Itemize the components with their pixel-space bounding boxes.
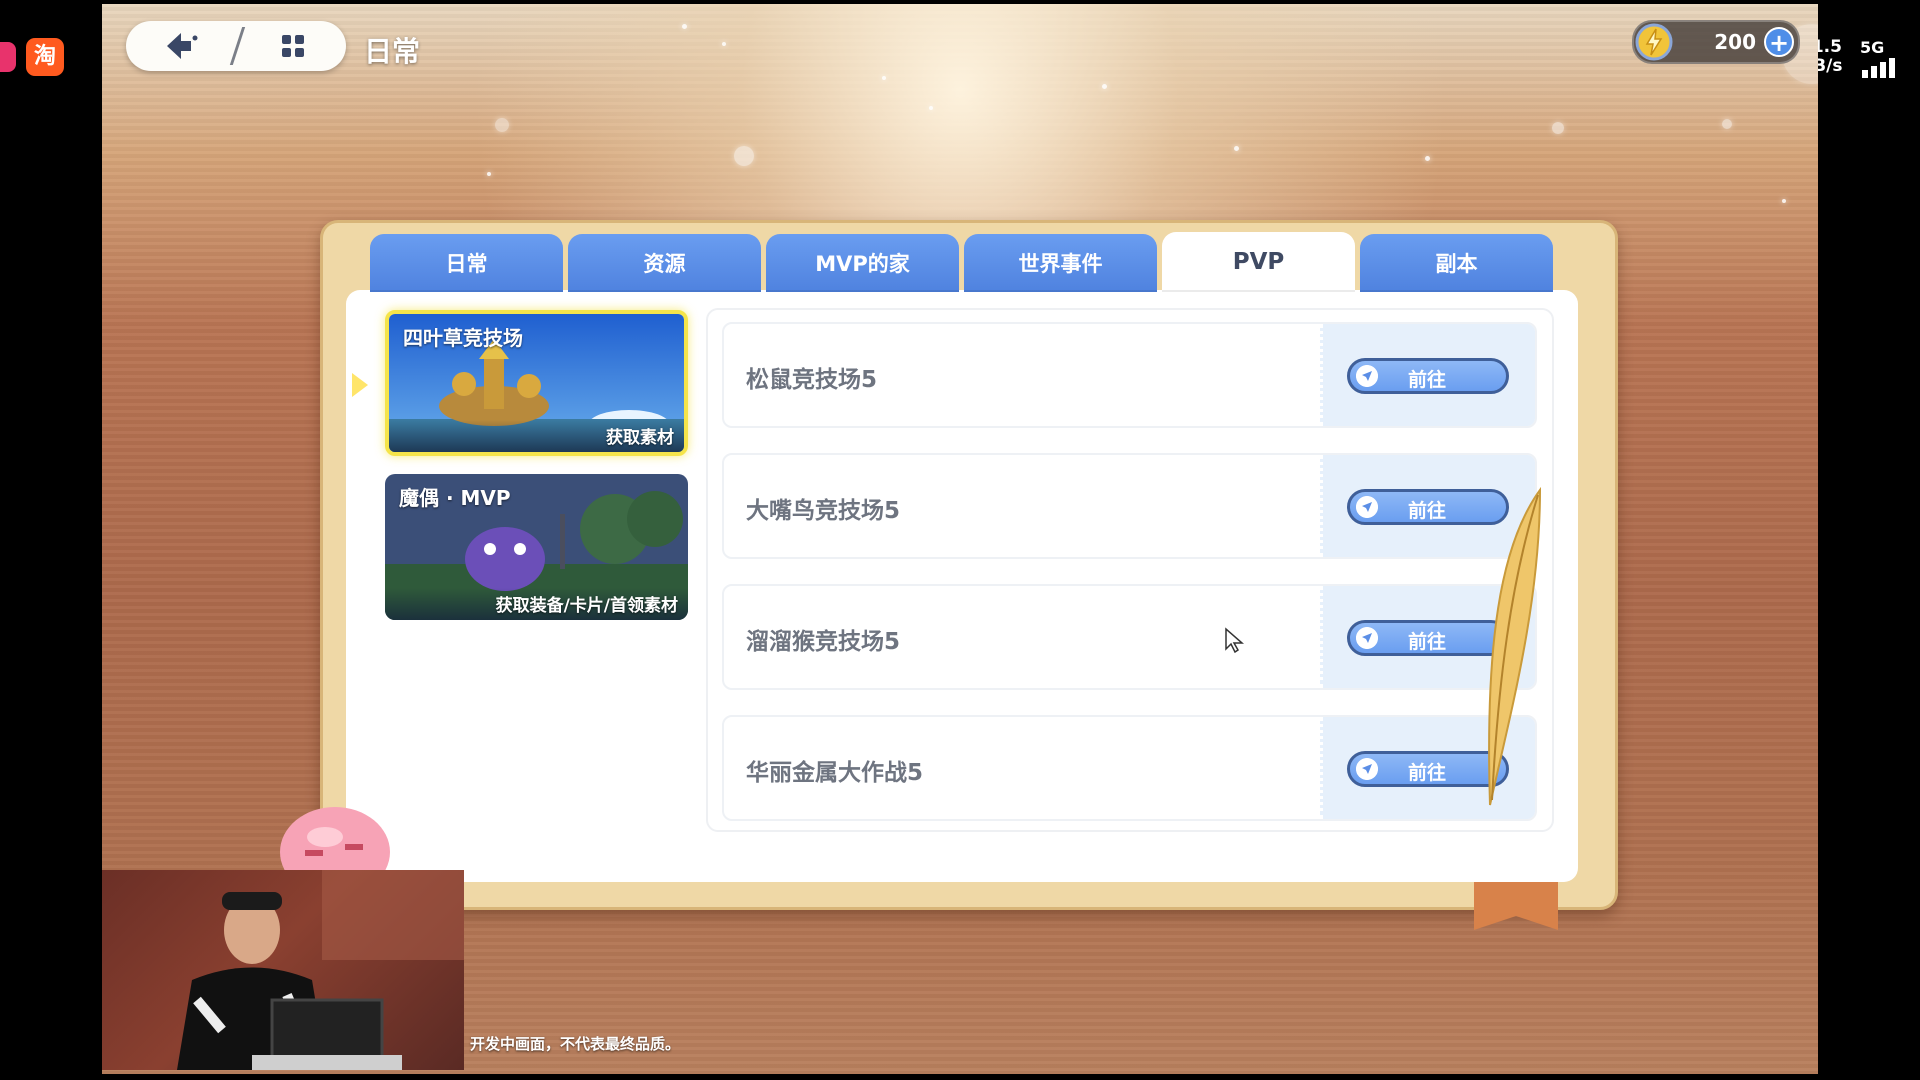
energy-coin-icon bbox=[1635, 23, 1673, 61]
add-currency-button[interactable]: + bbox=[1764, 27, 1794, 57]
activity-row: 大嘴鸟竞技场5 前往 bbox=[722, 453, 1537, 559]
send-arrow-icon bbox=[1356, 627, 1378, 649]
back-button[interactable] bbox=[126, 21, 236, 71]
signal-icon bbox=[1862, 58, 1895, 78]
category-card-clover-arena[interactable]: 四叶草竞技场 获取素材 bbox=[385, 310, 688, 456]
streamer-video-feed bbox=[177, 870, 464, 1070]
bokeh-particle bbox=[882, 76, 886, 80]
currency-display: 200 + bbox=[1632, 20, 1800, 64]
development-disclaimer: 开发中画面，不代表最终品质。 bbox=[470, 1035, 681, 1053]
category-title: 魔偶 · MVP bbox=[399, 486, 511, 510]
bokeh-particle bbox=[929, 106, 933, 110]
currency-amount: 200 bbox=[1714, 30, 1756, 54]
row-action-area: 前往 bbox=[1320, 324, 1535, 426]
bokeh-particle bbox=[734, 146, 754, 166]
feather-decoration bbox=[1488, 486, 1542, 806]
network-type: 5G bbox=[1860, 38, 1885, 57]
activity-name: 华丽金属大作战5 bbox=[746, 760, 924, 786]
bokeh-particle bbox=[1552, 122, 1564, 134]
tab-label: 资源 bbox=[643, 252, 686, 276]
bokeh-particle bbox=[1425, 156, 1430, 161]
category-title: 四叶草竞技场 bbox=[403, 326, 523, 350]
page-title: 日常 bbox=[364, 35, 421, 68]
bokeh-particle bbox=[1782, 199, 1786, 203]
tab-mvp-home[interactable]: MVP的家 bbox=[766, 234, 959, 292]
activity-name: 大嘴鸟竞技场5 bbox=[746, 498, 901, 524]
tab-label: MVP的家 bbox=[815, 252, 910, 276]
activity-name: 松鼠竞技场5 bbox=[746, 367, 878, 393]
tab-label: 日常 bbox=[445, 252, 488, 276]
activity-row: 松鼠竞技场5 前往 bbox=[722, 322, 1537, 428]
category-subtitle: 获取素材 bbox=[606, 428, 674, 448]
mouse-cursor-icon bbox=[1225, 627, 1244, 653]
tab-resources[interactable]: 资源 bbox=[568, 234, 761, 292]
go-button-label: 前往 bbox=[1408, 500, 1447, 522]
activity-name: 溜溜猴竞技场5 bbox=[746, 629, 901, 655]
bokeh-particle bbox=[487, 172, 491, 176]
go-button-label: 前往 bbox=[1408, 631, 1447, 653]
menu-button[interactable] bbox=[239, 21, 346, 71]
send-arrow-icon bbox=[1356, 365, 1378, 387]
bokeh-particle bbox=[495, 118, 509, 132]
bokeh-particle bbox=[1234, 146, 1239, 151]
send-arrow-icon bbox=[1356, 496, 1378, 518]
taobao-app-icon[interactable]: 淘 bbox=[26, 38, 64, 76]
activity-row: 华丽金属大作战5 前往 bbox=[722, 715, 1537, 821]
tab-label: 世界事件 bbox=[1018, 252, 1103, 276]
tab-dungeon[interactable]: 副本 bbox=[1360, 234, 1553, 292]
bokeh-particle bbox=[1102, 84, 1107, 89]
activity-row: 溜溜猴竞技场5 前往 bbox=[722, 584, 1537, 690]
send-arrow-icon bbox=[1356, 758, 1378, 780]
go-button[interactable]: 前往 bbox=[1347, 358, 1509, 394]
tab-daily[interactable]: 日常 bbox=[370, 234, 563, 292]
go-button-label: 前往 bbox=[1408, 369, 1447, 391]
bokeh-particle bbox=[722, 42, 726, 46]
back-arrow-icon bbox=[167, 33, 198, 59]
bokeh-particle bbox=[682, 24, 687, 29]
tab-label: 副本 bbox=[1435, 252, 1478, 276]
selection-arrow-icon bbox=[352, 373, 368, 397]
grid-menu-icon bbox=[281, 35, 304, 57]
category-card-golem-mvp[interactable]: 魔偶 · MVP 获取装备/卡片/首领素材 bbox=[385, 474, 688, 620]
app-icon-pink[interactable] bbox=[0, 42, 16, 72]
tab-pvp[interactable]: PVP bbox=[1162, 232, 1355, 292]
tab-label: PVP bbox=[1232, 249, 1285, 275]
bokeh-particle bbox=[1722, 119, 1732, 129]
go-button-label: 前往 bbox=[1408, 762, 1447, 784]
category-subtitle: 获取装备/卡片/首领素材 bbox=[495, 596, 678, 616]
top-nav-pill bbox=[126, 21, 346, 71]
streamer-webcam bbox=[102, 870, 464, 1070]
tab-world-events[interactable]: 世界事件 bbox=[964, 234, 1157, 292]
